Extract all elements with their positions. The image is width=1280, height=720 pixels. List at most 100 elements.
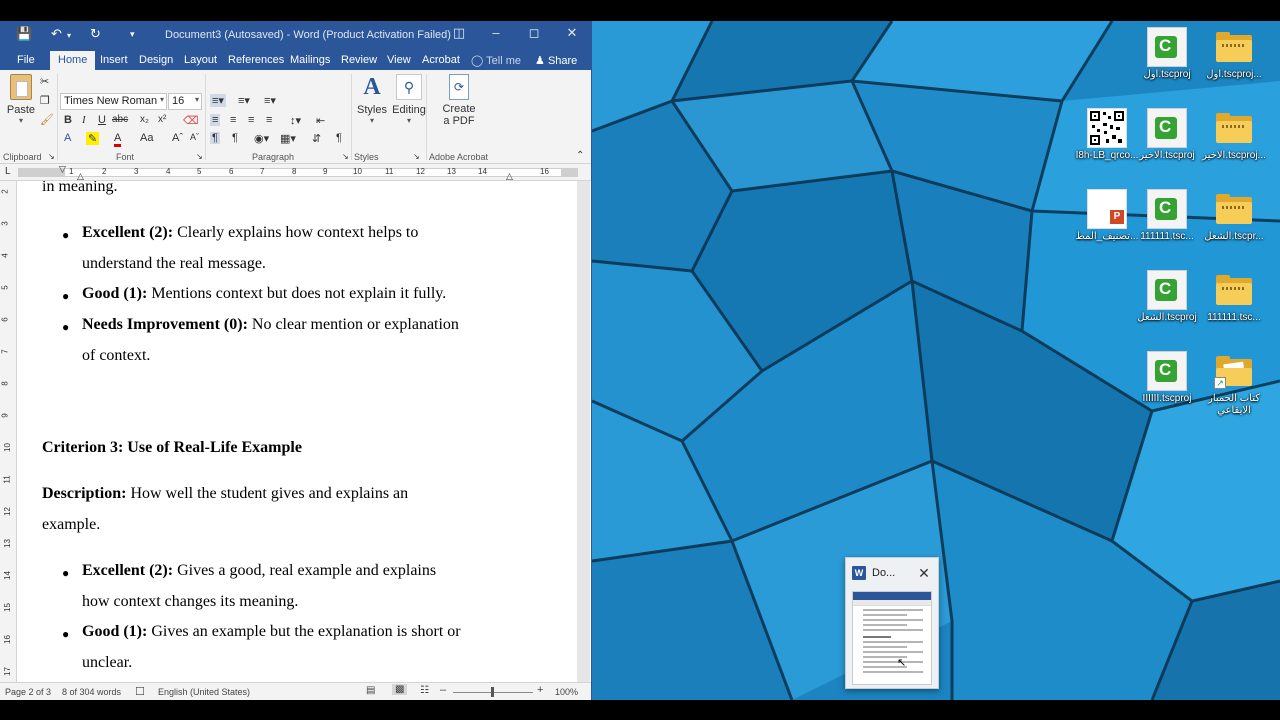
tab-view[interactable]: View	[387, 51, 411, 70]
desktop-icon-folder-4[interactable]: 111111.tsc...	[1199, 270, 1269, 324]
tab-file[interactable]: File	[17, 51, 35, 70]
redo-icon[interactable]: ↻	[90, 26, 101, 42]
italic-icon[interactable]: I	[82, 114, 86, 126]
share-button[interactable]: ♟ Share	[535, 51, 577, 70]
tab-design[interactable]: Design	[139, 51, 173, 70]
vertical-ruler[interactable]: 2 3 4 5 6 7 8 9 10 11 12 13 14 15 16 17	[0, 181, 17, 689]
save-icon[interactable]: 💾	[16, 26, 32, 42]
subscript-icon[interactable]: x₂	[140, 114, 149, 125]
line-spacing-icon[interactable]: ↕▾	[290, 114, 301, 127]
shading-icon[interactable]: ◉▾	[254, 132, 269, 145]
desktop-icon-camtasia-4[interactable]: الشعل.tscproj	[1132, 270, 1202, 324]
undo-icon[interactable]: ↶	[51, 26, 62, 42]
styles-launcher-icon[interactable]: ↘	[413, 152, 420, 161]
show-marks-icon[interactable]: ¶	[336, 132, 342, 144]
text-effects-icon[interactable]: A	[64, 132, 71, 144]
zoom-out-icon[interactable]: –	[440, 684, 446, 696]
decrease-indent-icon[interactable]: ⇤	[316, 114, 325, 127]
customize-qat-icon[interactable]: ▾	[130, 29, 135, 40]
desktop-icon-camtasia-5[interactable]: IIIIII.tscproj	[1132, 351, 1202, 405]
page-count[interactable]: Page 2 of 3	[5, 687, 51, 697]
close-icon[interactable]: ✕	[564, 25, 580, 41]
borders-icon[interactable]: ▦▾	[280, 132, 296, 145]
superscript-icon[interactable]: x²	[158, 114, 166, 125]
cut-icon[interactable]: ✂	[40, 75, 49, 88]
font-name-combo[interactable]: Times New Roman ▾	[60, 93, 167, 110]
highlight-icon[interactable]: ✎	[86, 132, 100, 145]
font-color-icon[interactable]: A	[114, 132, 122, 147]
create-pdf-button[interactable]: ⟳ Create a PDF	[440, 74, 478, 127]
bold-icon[interactable]: B	[64, 114, 72, 126]
sort-icon[interactable]: ⇵	[312, 132, 321, 145]
align-center-icon[interactable]: ≡	[230, 114, 236, 126]
tab-home[interactable]: Home	[50, 51, 96, 70]
justify-icon[interactable]: ≡	[266, 114, 272, 126]
proofing-icon[interactable]: ☐	[135, 685, 145, 698]
collapse-ribbon-icon[interactable]: ⌃	[576, 150, 584, 161]
tab-layout[interactable]: Layout	[184, 51, 217, 70]
horizontal-ruler[interactable]: L 1 2 3 4 5 6 7 8 9 10 11 12 13 14 16 ▽ …	[0, 164, 591, 181]
desktop-icon-camtasia-2[interactable]: الاخير.tscproj	[1132, 108, 1202, 162]
change-case-icon[interactable]: Aa	[140, 132, 153, 144]
numbering-icon[interactable]: ≡▾	[238, 94, 250, 107]
tab-selector-icon[interactable]: L	[5, 166, 11, 177]
zoom-slider-thumb[interactable]	[491, 687, 494, 697]
bullets-icon[interactable]: ≡▾	[210, 94, 226, 107]
taskbar-thumbnail[interactable]: W Do... ✕ ↖	[845, 557, 939, 689]
desktop-icon-camtasia-1[interactable]: اول.tscproj	[1132, 27, 1202, 81]
grow-font-icon[interactable]: Aˆ	[172, 132, 183, 144]
shrink-font-icon[interactable]: Aˇ	[190, 132, 199, 142]
paste-button[interactable]: Paste ▾	[6, 74, 36, 130]
desktop-icon-folder-1[interactable]: اول.tscproj...	[1199, 27, 1269, 81]
minimize-icon[interactable]: –	[488, 25, 504, 40]
language[interactable]: English (United States)	[158, 687, 250, 697]
document-page[interactable]: in meaning. ● Excellent (2): Clearly exp…	[17, 181, 577, 689]
word-count[interactable]: 8 of 304 words	[62, 687, 121, 697]
undo-dropdown-icon[interactable]: ▾	[67, 31, 71, 40]
thumbnail-preview[interactable]: ↖	[852, 591, 932, 685]
maximize-icon[interactable]: ◻	[526, 25, 542, 41]
screen: 💾 ↶ ▾ ↻ ▾ Document3 (Autosaved) - Word (…	[0, 0, 1280, 720]
title-bar: 💾 ↶ ▾ ↻ ▾ Document3 (Autosaved) - Word (…	[0, 21, 591, 48]
format-painter-icon[interactable]: 🖌	[40, 113, 54, 126]
desktop-icon-folder-5[interactable]: ↗ كتاب الحمبار الايقاعي	[1199, 351, 1269, 417]
multilevel-list-icon[interactable]: ≡▾	[264, 94, 276, 107]
print-layout-icon[interactable]: ▩	[392, 684, 408, 695]
tab-review[interactable]: Review	[341, 51, 377, 70]
zip-folder-icon	[1214, 270, 1254, 310]
bullet-continuation: understand the real message.	[82, 255, 266, 272]
document-area[interactable]: in meaning. ● Excellent (2): Clearly exp…	[17, 181, 590, 689]
desktop-icon-folder-2[interactable]: الاخير.tscproj...	[1199, 108, 1269, 162]
tab-mailings[interactable]: Mailings	[290, 51, 330, 70]
share-label: Share	[547, 55, 578, 67]
ltr-direction-icon[interactable]: ¶	[210, 132, 220, 144]
tab-acrobat[interactable]: Acrobat	[422, 51, 460, 70]
tab-insert[interactable]: Insert	[100, 51, 128, 70]
font-launcher-icon[interactable]: ↘	[196, 152, 203, 161]
align-right-icon[interactable]: ≡	[248, 114, 254, 126]
web-layout-icon[interactable]: ☷	[420, 685, 429, 696]
font-size-combo[interactable]: 16 ▾	[168, 93, 202, 110]
strikethrough-icon[interactable]: abc	[112, 114, 128, 125]
desktop-icon-folder-3[interactable]: الشعل.tscpr...	[1199, 189, 1269, 243]
ribbon-display-icon[interactable]: ◫	[451, 25, 467, 41]
rtl-direction-icon[interactable]: ¶	[232, 132, 238, 144]
first-line-indent-marker[interactable]: ▽	[59, 164, 66, 175]
copy-icon[interactable]: ❐	[40, 94, 50, 107]
zoom-level[interactable]: 100%	[555, 687, 578, 697]
ruler-number: 3	[134, 167, 139, 176]
editing-button[interactable]: ⚲ Editing ▾	[392, 74, 426, 125]
paragraph-launcher-icon[interactable]: ↘	[342, 152, 349, 161]
underline-icon[interactable]: U	[98, 114, 106, 126]
camtasia-project-icon	[1147, 27, 1187, 67]
clear-formatting-icon[interactable]: ⌫	[183, 114, 199, 127]
zoom-in-icon[interactable]: +	[537, 684, 543, 696]
styles-button[interactable]: A Styles ▾	[356, 74, 388, 125]
tab-references[interactable]: References	[228, 51, 284, 70]
thumbnail-close-icon[interactable]: ✕	[916, 565, 932, 582]
align-left-icon[interactable]: ≡	[210, 114, 221, 126]
read-mode-icon[interactable]: ▤	[366, 685, 375, 696]
clipboard-launcher-icon[interactable]: ↘	[48, 152, 55, 161]
desktop-icon-camtasia-3[interactable]: 111111.tsc...	[1132, 189, 1202, 243]
tell-me-box[interactable]: ◯ Tell me	[471, 51, 521, 70]
